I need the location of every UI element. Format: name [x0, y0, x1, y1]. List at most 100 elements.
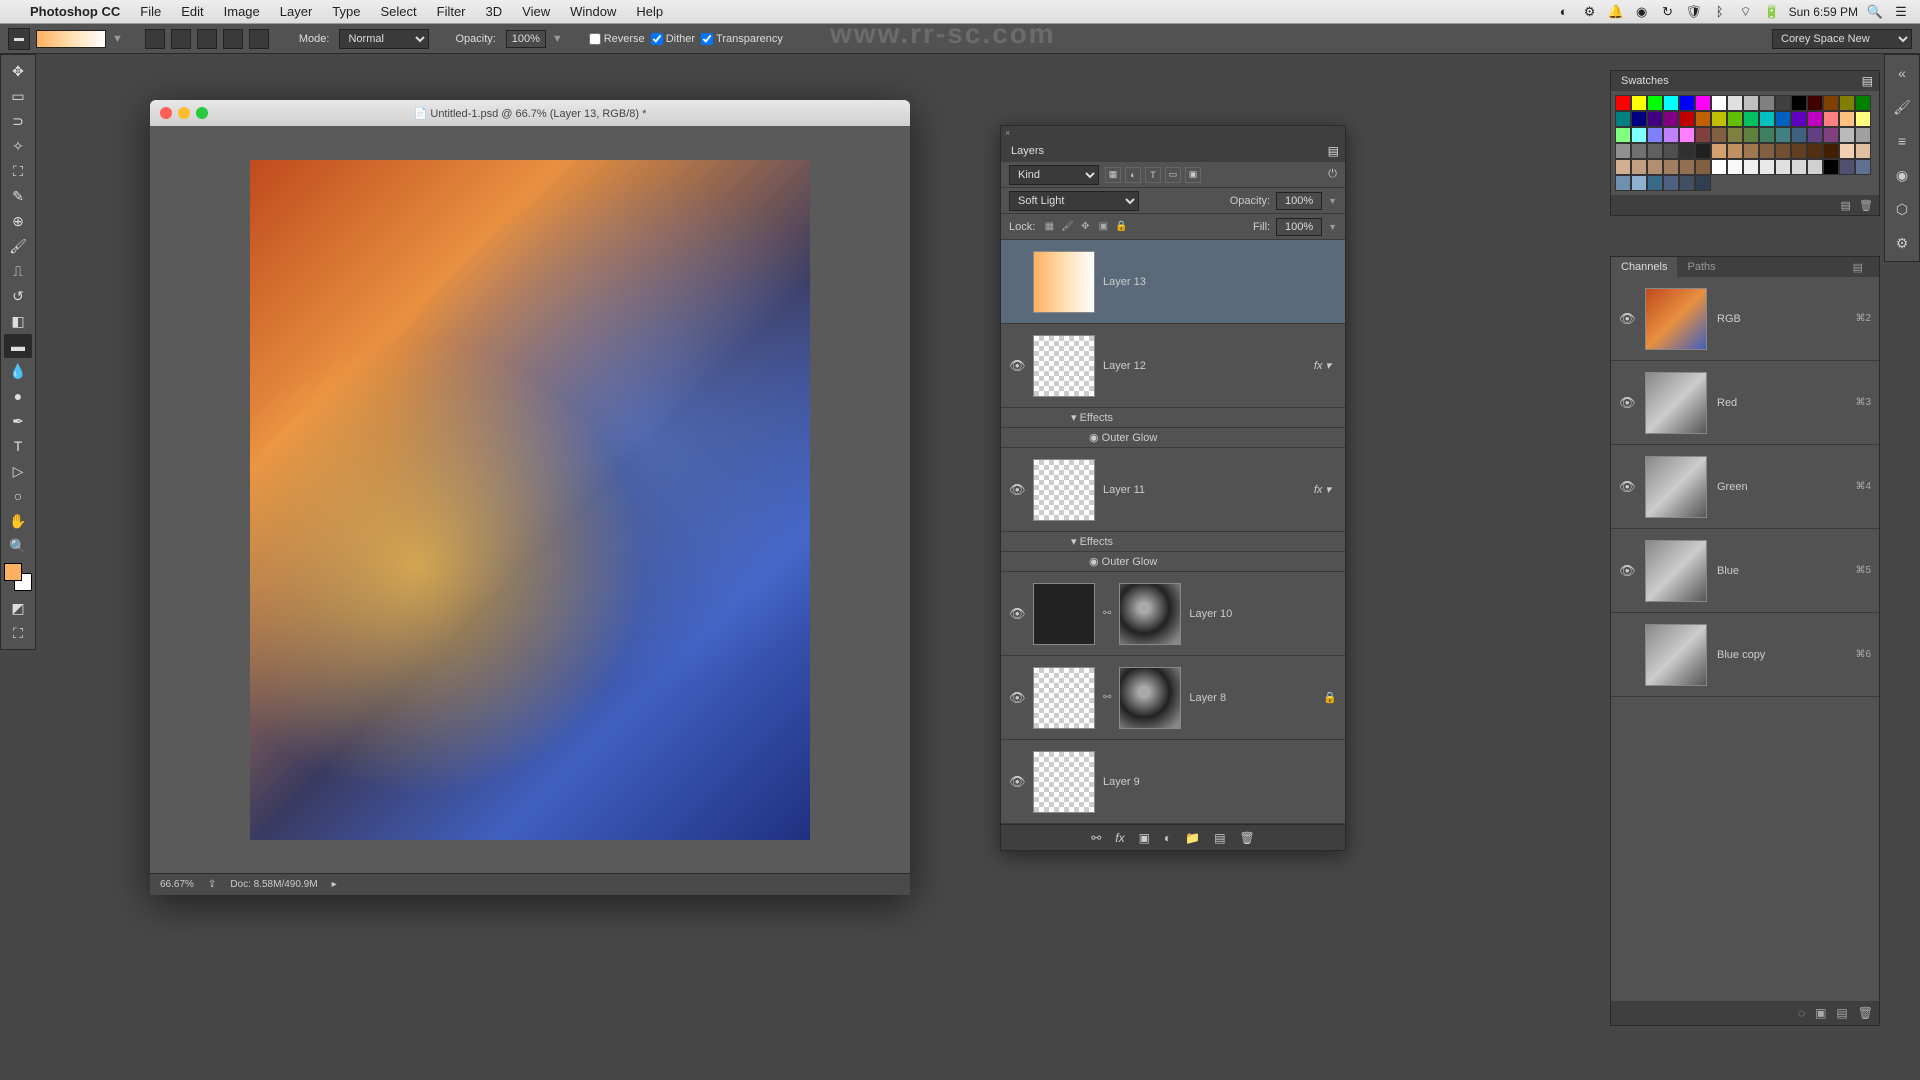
link-mask-icon[interactable]: ⚯ — [1103, 608, 1111, 619]
filter-toggle[interactable]: ⏻ — [1328, 168, 1337, 181]
new-swatch-icon[interactable]: ▤ — [1841, 199, 1851, 212]
visibility-icon[interactable]: 👁 — [1009, 358, 1025, 374]
swatch[interactable] — [1663, 175, 1679, 191]
layer-name[interactable]: Layer 9 — [1103, 776, 1337, 788]
gradient-linear-icon[interactable] — [145, 29, 165, 49]
bluetooth-icon[interactable]: ᛒ — [1711, 4, 1729, 19]
dock-properties-icon[interactable]: ⚙ — [1890, 231, 1914, 255]
swatch[interactable] — [1807, 111, 1823, 127]
menu-help[interactable]: Help — [626, 4, 673, 19]
swatch[interactable] — [1855, 111, 1871, 127]
menu-view[interactable]: View — [512, 4, 560, 19]
swatch[interactable] — [1663, 111, 1679, 127]
swatch[interactable] — [1791, 127, 1807, 143]
mask-thumbnail[interactable] — [1119, 583, 1181, 645]
layers-tab[interactable]: Layers ▤ — [1001, 140, 1345, 162]
layer-effects-row[interactable]: ▾ Effects — [1001, 408, 1345, 428]
blend-mode-select[interactable]: Normal — [339, 29, 429, 49]
document-canvas[interactable] — [150, 126, 910, 873]
filter-shape-icon[interactable]: ▭ — [1165, 167, 1181, 183]
lock-pixels-icon[interactable]: 🖌 — [1059, 219, 1075, 235]
swatch[interactable] — [1855, 143, 1871, 159]
blend-mode-select[interactable]: Soft Light — [1009, 191, 1139, 211]
channel-row[interactable]: 👁Green⌘4 — [1611, 445, 1879, 529]
shape-tool[interactable]: ○ — [4, 484, 32, 508]
swatch[interactable] — [1615, 175, 1631, 191]
adjustment-layer-icon[interactable]: ◐ — [1164, 831, 1171, 845]
new-layer-icon[interactable]: ▤ — [1214, 831, 1225, 845]
layer-opacity-input[interactable] — [1276, 192, 1322, 210]
swatch[interactable] — [1775, 159, 1791, 175]
doc-info-arrow-icon[interactable]: ▸ — [332, 879, 337, 890]
layer-row[interactable]: 👁Layer 12fx ▾ — [1001, 324, 1345, 408]
swatch[interactable] — [1807, 127, 1823, 143]
sync-icon[interactable]: ↻ — [1659, 4, 1677, 20]
swatch[interactable] — [1631, 95, 1647, 111]
tool-preset-icon[interactable]: ▬ — [8, 28, 30, 50]
bell-icon[interactable]: 🔔 — [1607, 4, 1625, 20]
swatch[interactable] — [1631, 159, 1647, 175]
swatch[interactable] — [1679, 159, 1695, 175]
menu-image[interactable]: Image — [214, 4, 270, 19]
swatch[interactable] — [1679, 111, 1695, 127]
transparency-check[interactable]: Transparency — [701, 33, 783, 45]
eraser-tool[interactable]: ◧ — [4, 309, 32, 333]
visibility-icon[interactable]: 👁 — [1619, 311, 1635, 327]
swatch[interactable] — [1855, 127, 1871, 143]
swatch[interactable] — [1839, 159, 1855, 175]
swatch[interactable] — [1695, 127, 1711, 143]
swatch[interactable] — [1711, 127, 1727, 143]
magic-wand-tool[interactable]: ✧ — [4, 134, 32, 158]
swatch[interactable] — [1791, 95, 1807, 111]
swatch[interactable] — [1711, 95, 1727, 111]
swatch[interactable] — [1823, 143, 1839, 159]
gradient-diamond-icon[interactable] — [249, 29, 269, 49]
gradient-tool[interactable]: ▬ — [4, 334, 32, 358]
close-icon[interactable] — [160, 107, 172, 119]
gradient-reflected-icon[interactable] — [223, 29, 243, 49]
opacity-input[interactable] — [506, 30, 546, 48]
swatches-tab[interactable]: Swatches ▤ — [1611, 71, 1879, 91]
layer-name[interactable]: Layer 10 — [1189, 608, 1337, 620]
screenmode-tool[interactable]: ⛶ — [4, 621, 32, 645]
swatch[interactable] — [1679, 95, 1695, 111]
layer-fx-icon[interactable]: fx — [1115, 831, 1124, 845]
swatch[interactable] — [1759, 111, 1775, 127]
delete-swatch-icon[interactable]: 🗑 — [1859, 199, 1873, 212]
dock-settings-icon[interactable]: ≡ — [1890, 129, 1914, 153]
visibility-icon[interactable]: 👁 — [1009, 690, 1025, 706]
fx-icon[interactable]: fx ▾ — [1314, 483, 1337, 496]
marquee-tool[interactable]: ▭ — [4, 84, 32, 108]
new-channel-icon[interactable]: ▤ — [1836, 1006, 1847, 1020]
swatch[interactable] — [1647, 143, 1663, 159]
minimize-icon[interactable] — [178, 107, 190, 119]
swatch[interactable] — [1839, 143, 1855, 159]
swatch[interactable] — [1647, 95, 1663, 111]
swatch[interactable] — [1679, 143, 1695, 159]
spotlight-icon[interactable]: 🔍 — [1866, 4, 1884, 20]
app-name[interactable]: Photoshop CC — [20, 4, 130, 19]
swatch[interactable] — [1663, 95, 1679, 111]
link-layers-icon[interactable]: ⚯ — [1091, 831, 1101, 845]
lasso-tool[interactable]: ⊃ — [4, 109, 32, 133]
menu-type[interactable]: Type — [322, 4, 370, 19]
swatch[interactable] — [1615, 127, 1631, 143]
swatch[interactable] — [1743, 95, 1759, 111]
channels-tab[interactable]: Channels — [1611, 257, 1677, 277]
fg-bg-colors[interactable] — [4, 563, 32, 591]
layer-thumbnail[interactable] — [1033, 251, 1095, 313]
swatch[interactable] — [1647, 159, 1663, 175]
export-icon[interactable]: ⇪ — [208, 879, 216, 890]
load-selection-icon[interactable]: ◌ — [1798, 1006, 1805, 1020]
layer-effect-outer-glow[interactable]: ◉ Outer Glow — [1001, 552, 1345, 572]
swatch[interactable] — [1759, 127, 1775, 143]
swatch[interactable] — [1615, 111, 1631, 127]
swatch[interactable] — [1631, 127, 1647, 143]
swatch[interactable] — [1647, 127, 1663, 143]
filter-adjust-icon[interactable]: ◐ — [1125, 167, 1141, 183]
dock-cc-icon[interactable]: ◉ — [1890, 163, 1914, 187]
link-mask-icon[interactable]: ⚯ — [1103, 692, 1111, 703]
lock-position-icon[interactable]: ✥ — [1077, 219, 1093, 235]
shield-icon[interactable]: 🛡 — [1685, 4, 1703, 20]
menu-edit[interactable]: Edit — [171, 4, 213, 19]
